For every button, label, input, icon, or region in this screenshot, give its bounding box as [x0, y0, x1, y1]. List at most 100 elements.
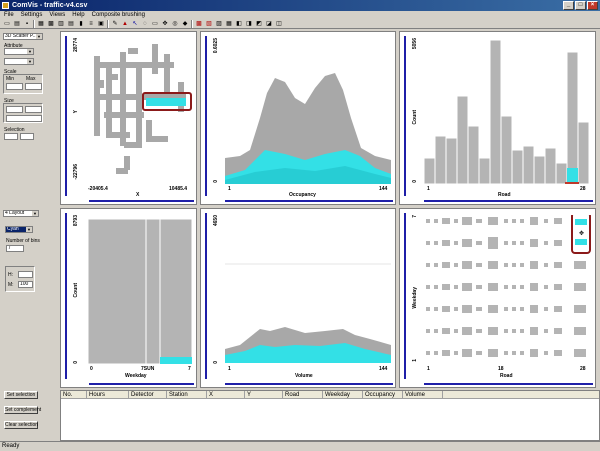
menu-file[interactable]: File — [4, 11, 14, 19]
x-axis — [424, 200, 593, 202]
m-label: M: — [8, 282, 14, 288]
color-icon[interactable]: ◆ — [181, 20, 189, 28]
volume-area-plot — [225, 263, 391, 363]
bottom-control-panel: 4 Layout ▼ Cyan ▼ Number of bins 7 H: M: 1… — [1, 208, 57, 388]
col-road[interactable]: Road — [283, 391, 323, 398]
brush-icon[interactable]: ✎ — [111, 20, 119, 28]
color-select[interactable]: Cyan ▼ — [5, 226, 33, 233]
new-icon[interactable]: ▭ — [3, 20, 11, 28]
menu-settings[interactable]: Settings — [21, 11, 43, 19]
x-min-tick: 1 — [228, 186, 231, 192]
x-axis — [89, 200, 194, 202]
weekday-road-matrix: ✥ — [426, 215, 591, 357]
volume-view[interactable]: 4650 0 1 144 Volume — [200, 208, 396, 388]
set-complement-button[interactable]: Set complement — [4, 406, 41, 414]
menu-views[interactable]: Views — [49, 11, 65, 19]
x-axis-label: Road — [500, 373, 513, 379]
range-group: H: M: 100 — [5, 266, 35, 292]
clear-selection-button[interactable]: Clear selection — [4, 421, 38, 429]
minimize-icon[interactable]: _ — [563, 1, 574, 10]
op4-icon[interactable]: ◪ — [265, 20, 273, 28]
parallel-icon[interactable]: ≡ — [87, 20, 95, 28]
menu-bar: File Settings Views Help Composite brush… — [0, 11, 600, 19]
set-selection-button[interactable]: Set selection — [4, 391, 38, 399]
scale-max-field[interactable] — [25, 83, 42, 90]
move-icon[interactable]: ✥ — [161, 20, 169, 28]
or-icon[interactable]: ▧ — [205, 20, 213, 28]
title-bar: ComVis - traffic-v4.csv _ □ × — [0, 0, 600, 11]
col-station[interactable]: Station — [167, 391, 207, 398]
scatter-view[interactable]: 28774 -22796 Y -20405.4 10485.4 X — [60, 31, 197, 205]
layout-icon[interactable]: ▣ — [97, 20, 105, 28]
maximize-icon[interactable]: □ — [575, 1, 586, 10]
rect-icon[interactable]: ▭ — [151, 20, 159, 28]
x-min-tick: 1 — [228, 366, 231, 372]
col-no[interactable]: No. — [61, 391, 87, 398]
not-icon[interactable]: ▨ — [215, 20, 223, 28]
col-detector[interactable]: Detector — [129, 391, 167, 398]
pointer-icon[interactable]: ↖ — [131, 20, 139, 28]
col-hours[interactable]: Hours — [87, 391, 129, 398]
close-icon[interactable]: × — [587, 1, 598, 10]
col-x[interactable]: X — [207, 391, 245, 398]
x-axis-label: Occupancy — [289, 192, 316, 198]
menu-help[interactable]: Help — [72, 11, 84, 19]
sub-icon[interactable]: ▦ — [225, 20, 233, 28]
x-axis — [225, 383, 393, 385]
zoom-icon[interactable]: ◎ — [171, 20, 179, 28]
layout-select[interactable]: 4 Layout ▼ — [3, 210, 39, 217]
table-icon[interactable]: ▤ — [67, 20, 75, 28]
col-y[interactable]: Y — [245, 391, 283, 398]
road-histogram-view[interactable]: 5056 Count 0 1 28 Road — [399, 31, 596, 205]
m-field[interactable]: 100 — [18, 281, 33, 288]
size-min-field[interactable] — [6, 106, 23, 113]
x-max-tick: 144 — [379, 186, 388, 192]
weekday-road-view[interactable]: 7 Weekday 1 1 18 28 Road ✥ — [399, 208, 596, 388]
save-icon[interactable]: ▪ — [23, 20, 31, 28]
weekday-histogram-view[interactable]: 8793 Count 0 0 7SUN 7 Weekday — [60, 208, 197, 388]
separator — [33, 19, 35, 28]
size-max-field[interactable] — [25, 106, 42, 113]
col-weekday[interactable]: Weekday — [323, 391, 363, 398]
scale-min-field[interactable] — [6, 83, 23, 90]
y-max-tick: 8793 — [73, 215, 79, 227]
chart-icon[interactable]: ▥ — [57, 20, 65, 28]
selection-field-2[interactable] — [20, 133, 34, 140]
view-type-select[interactable]: 3D Scatter P.. ▼ — [3, 33, 43, 40]
op1-icon[interactable]: ◧ — [235, 20, 243, 28]
col-occupancy[interactable]: Occupancy — [363, 391, 403, 398]
x-mid-tick: 18 — [498, 366, 504, 372]
lasso-icon[interactable]: ◌ — [141, 20, 149, 28]
view-icon[interactable]: ▦ — [37, 20, 45, 28]
menu-composite-brushing[interactable]: Composite brushing — [92, 11, 145, 19]
y-min-tick: 0 — [213, 180, 219, 183]
max-label: Max — [26, 76, 36, 82]
grid-icon[interactable]: ▩ — [47, 20, 55, 28]
op5-icon[interactable]: ◫ — [275, 20, 283, 28]
selection-field-1[interactable] — [4, 133, 18, 140]
data-table[interactable]: No. Hours Detector Station X Y Road Week… — [60, 390, 600, 441]
number-of-bins-field[interactable]: 7 — [6, 245, 24, 252]
x-mid-tick: 7SUN — [141, 366, 155, 372]
open-icon[interactable]: ▤ — [13, 20, 21, 28]
y-max-tick: 28774 — [73, 38, 79, 52]
attribute-y-select[interactable]: ▼ — [4, 58, 34, 65]
attribute-x-select[interactable]: ▼ — [4, 48, 34, 55]
x-max-tick: 28 — [580, 186, 586, 192]
x-max-tick: 144 — [379, 366, 388, 372]
occupancy-view[interactable]: 0.6025 0 1 144 Occupancy — [200, 31, 396, 205]
table-header: No. Hours Detector Station X Y Road Week… — [61, 391, 599, 399]
selection-buttons-panel: Set selection Set complement Clear selec… — [1, 390, 57, 441]
size-value-field[interactable] — [6, 115, 42, 122]
and-icon[interactable]: ▩ — [195, 20, 203, 28]
select-icon[interactable]: ▲ — [121, 20, 129, 28]
road-histogram-bars — [424, 39, 590, 184]
y-axis — [205, 213, 207, 379]
bars-icon[interactable]: ▮ — [77, 20, 85, 28]
op3-icon[interactable]: ◩ — [255, 20, 263, 28]
op2-icon[interactable]: ◨ — [245, 20, 253, 28]
chevron-down-icon: ▼ — [27, 49, 33, 54]
window-title: ComVis - traffic-v4.csv — [12, 2, 88, 9]
h-field[interactable] — [18, 271, 33, 278]
col-volume[interactable]: Volume — [403, 391, 443, 398]
